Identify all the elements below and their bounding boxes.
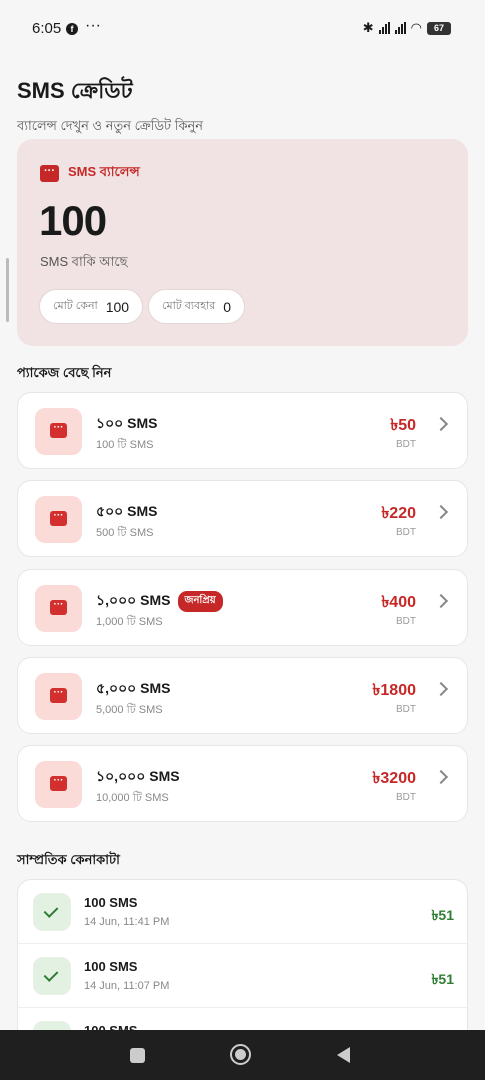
more-notifications-icon: ··· (85, 17, 101, 34)
system-nav-bar (0, 1030, 485, 1080)
package-icon: ··· (35, 408, 82, 455)
recents-button[interactable] (130, 1048, 145, 1063)
home-button[interactable] (230, 1044, 251, 1065)
packages-section-title: প্যাকেজ বেছে নিন (17, 365, 112, 380)
status-time: 6:05 (32, 20, 62, 37)
balance-label-row: ··· SMS ব্যালেন্স (40, 163, 140, 184)
package-name: ১০০ SMS (96, 415, 158, 431)
purchase-title: 100 SMS (84, 895, 138, 910)
wifi-icon: ◠ (410, 20, 422, 35)
recent-section-title: সাম্প্রতিক কেনাকাটা (17, 852, 120, 867)
sms-icon: ··· (50, 600, 67, 615)
signal-icon (378, 22, 390, 34)
balance-card: ··· SMS ব্যালেন্স 100 SMS বাকি আছে মোট ক… (17, 139, 468, 346)
package-currency: BDT (396, 792, 416, 803)
balance-remaining-text: SMS বাকি আছে (40, 254, 128, 269)
package-currency: BDT (396, 439, 416, 450)
total-used-value: 0 (223, 298, 232, 315)
page-subtitle: ব্যালেন্স দেখুন ও নতুন ক্রেডিট কিনুন (17, 118, 204, 133)
list-item: 100 SMS 14 Jun, 11:41 PM ৳51 (18, 880, 467, 944)
battery-icon: 67 (427, 21, 451, 35)
package-currency: BDT (396, 704, 416, 715)
package-price: ৳1800 (372, 682, 416, 699)
edge-handle[interactable] (6, 258, 9, 322)
list-item: 100 SMS 14 Jun, 11:07 PM ৳51 (18, 944, 467, 1008)
sms-icon: ··· (50, 776, 67, 791)
sms-icon: ··· (50, 423, 67, 438)
sms-icon: ··· (50, 688, 67, 703)
purchase-date: 14 Jun, 11:07 PM (84, 980, 170, 992)
package-card-500[interactable]: ··· ৫০০ SMS 500 টি SMS ৳220 BDT (17, 480, 468, 557)
package-price: ৳400 (381, 594, 416, 611)
package-sub: 10,000 টি SMS (96, 792, 169, 804)
package-sub: 5,000 টি SMS (96, 704, 163, 716)
chevron-right-icon (433, 769, 449, 785)
balance-label: SMS ব্যালেন্স (68, 164, 140, 179)
chevron-right-icon (433, 593, 449, 609)
package-card-5000[interactable]: ··· ৫,০০০ SMS 5,000 টি SMS ৳1800 BDT (17, 657, 468, 734)
package-card-1000[interactable]: ··· ১,০০০ SMS জনপ্রিয় 1,000 টি SMS ৳400 … (17, 569, 468, 646)
package-price: ৳3200 (372, 770, 416, 787)
package-icon: ··· (35, 761, 82, 808)
purchase-date: 14 Jun, 11:41 PM (84, 916, 170, 928)
package-name: ১০,০০০ SMS (96, 768, 180, 784)
signal-icon-2 (394, 22, 406, 34)
sms-icon: ··· (50, 511, 67, 526)
package-card-100[interactable]: ··· ১০০ SMS 100 টি SMS ৳50 BDT (17, 392, 468, 469)
package-icon: ··· (35, 673, 82, 720)
purchase-title: 100 SMS (84, 959, 138, 974)
purchase-amount: ৳51 (431, 971, 454, 987)
package-price: ৳50 (390, 417, 416, 434)
package-icon: ··· (35, 496, 82, 543)
check-icon (33, 893, 71, 931)
total-bought-pill: মোট কেনা 100 (39, 289, 144, 324)
status-bar: 6:05 f ··· ✱ ◠ 67 (0, 0, 485, 60)
chevron-right-icon (433, 416, 449, 432)
package-price: ৳220 (381, 505, 416, 522)
bluetooth-icon: ✱ (362, 20, 374, 35)
package-sub: 1,000 টি SMS (96, 616, 163, 628)
status-icons: ✱ ◠ 67 (363, 20, 451, 36)
facebook-icon: f (66, 23, 78, 35)
chevron-right-icon (433, 681, 449, 697)
popular-badge: জনপ্রিয় (177, 590, 223, 612)
package-currency: BDT (396, 616, 416, 627)
purchase-amount: ৳51 (431, 907, 454, 923)
sms-icon: ··· (40, 165, 59, 182)
package-icon: ··· (35, 585, 82, 632)
balance-value: 100 (39, 197, 107, 244)
back-button[interactable] (337, 1047, 350, 1063)
total-bought-value: 100 (105, 298, 130, 315)
package-sub: 100 টি SMS (96, 439, 154, 451)
check-icon (33, 957, 71, 995)
package-currency: BDT (396, 527, 416, 538)
page-header: SMS ক্রেডিট ব্যালেন্স দেখুন ও নতুন ক্রেড… (17, 74, 203, 138)
package-name: ৫০০ SMS (96, 503, 158, 519)
package-sub: 500 টি SMS (96, 527, 154, 539)
page-title: SMS ক্রেডিট (17, 78, 133, 103)
total-used-label: মোট ব্যবহার (162, 300, 216, 312)
chevron-right-icon (433, 504, 449, 520)
total-used-pill: মোট ব্যবহার 0 (148, 289, 246, 324)
package-card-10000[interactable]: ··· ১০,০০০ SMS 10,000 টি SMS ৳3200 BDT (17, 745, 468, 822)
package-name: ১,০০০ SMS জনপ্রিয় (96, 589, 223, 613)
package-name: ৫,০০০ SMS (96, 680, 171, 696)
total-bought-label: মোট কেনা (53, 300, 98, 312)
